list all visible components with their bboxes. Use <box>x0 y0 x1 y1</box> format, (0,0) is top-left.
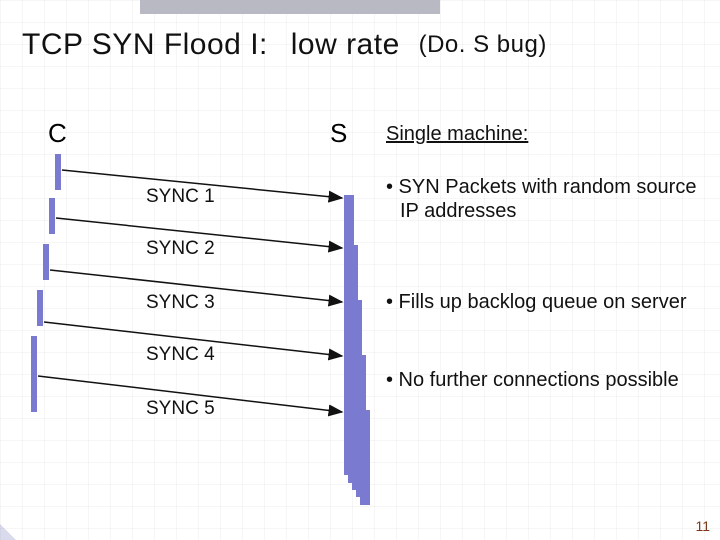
syn-label-2: SYNC 2 <box>146 238 215 260</box>
page-number: 11 <box>695 518 710 534</box>
bullet-2: • Fills up backlog queue on server <box>386 290 710 314</box>
title-part-2: low rate <box>291 28 400 61</box>
decorative-top-bar <box>140 0 440 14</box>
bullet-1: • SYN Packets with random source IP addr… <box>386 175 710 223</box>
bullet-heading: Single machine: <box>386 123 696 146</box>
syn-label-5: SYNC 5 <box>146 398 215 420</box>
bullet-3: • No further connections possible <box>386 368 710 392</box>
title-part-1: TCP SYN Flood I: <box>22 28 268 61</box>
slide-title: TCP SYN Flood I: low rate (Do. S bug) <box>22 28 547 62</box>
client-label: C <box>48 118 67 149</box>
syn-label-1: SYNC 1 <box>146 186 215 208</box>
syn-label-4: SYNC 4 <box>146 344 215 366</box>
title-part-3: (Do. S bug) <box>419 31 547 58</box>
syn-label-3: SYNC 3 <box>146 292 215 314</box>
corner-decoration <box>0 524 16 540</box>
server-label: S <box>330 118 347 149</box>
